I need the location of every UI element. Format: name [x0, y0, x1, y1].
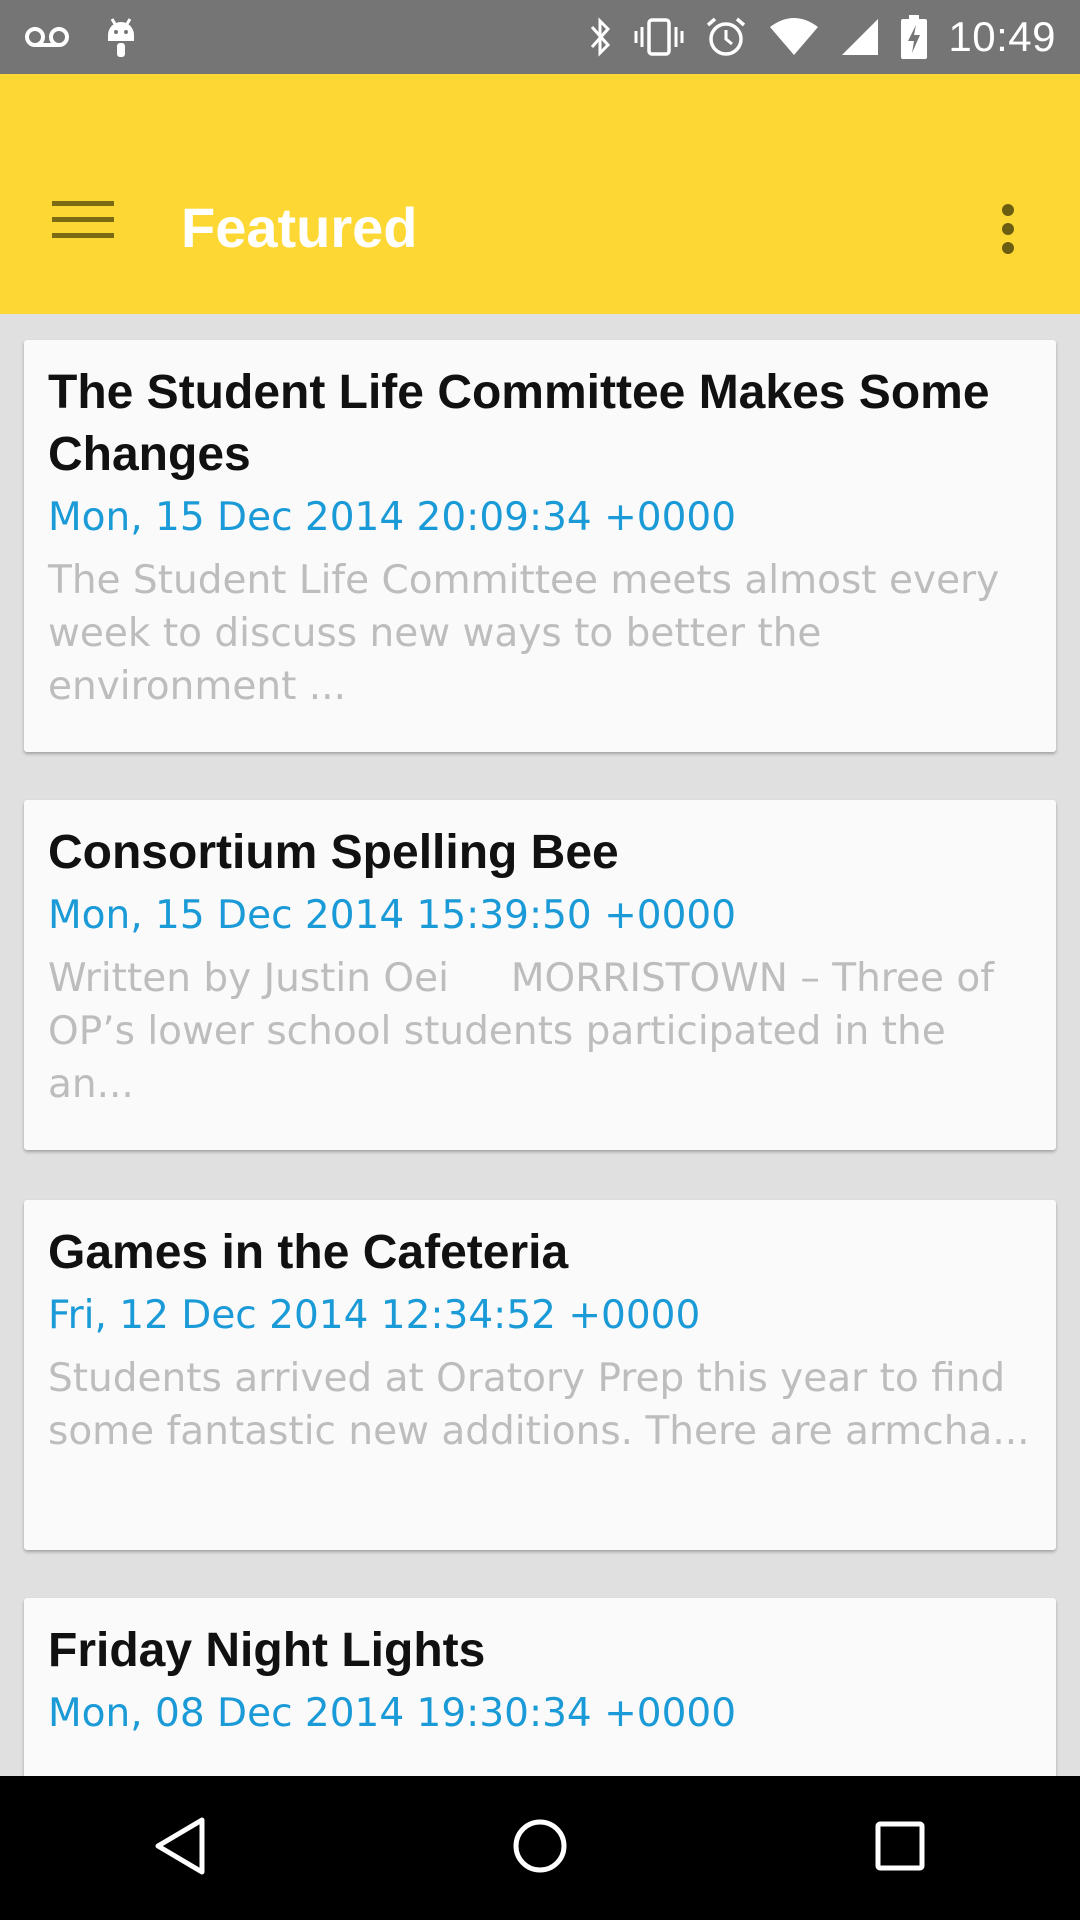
- alarm-icon: [704, 15, 748, 59]
- menu-button[interactable]: [38, 176, 128, 266]
- article-card[interactable]: Consortium Spelling Bee Mon, 15 Dec 2014…: [24, 800, 1056, 1150]
- recents-icon: [874, 1820, 926, 1877]
- status-time: 10:49: [948, 13, 1056, 60]
- article-excerpt: The Student Life Committee meets almost …: [48, 558, 1012, 709]
- back-button[interactable]: [110, 1788, 250, 1908]
- article-card[interactable]: Friday Night Lights Mon, 08 Dec 2014 19:…: [24, 1598, 1056, 1776]
- voicemail-icon: [24, 25, 70, 49]
- article-date: Mon, 08 Dec 2014 19:30:34 +0000: [48, 1691, 737, 1736]
- article-title: Consortium Spelling Bee: [48, 826, 619, 879]
- article-excerpt: Written by Justin Oei MORRISTOWN – Three…: [48, 956, 1007, 1107]
- screen: 10:49 Featured The Student Life Committe…: [0, 0, 1080, 1920]
- app-bar: [0, 74, 1080, 314]
- article-date: Mon, 15 Dec 2014 15:39:50 +0000: [48, 893, 737, 938]
- vibrate-icon: [634, 17, 684, 57]
- hamburger-menu-icon: [52, 199, 114, 244]
- article-title: Friday Night Lights: [48, 1624, 486, 1677]
- android-debug-icon: [104, 15, 138, 59]
- article-card[interactable]: The Student Life Committee Makes Some Ch…: [24, 340, 1056, 752]
- wifi-icon: [768, 17, 820, 57]
- recents-button[interactable]: [830, 1788, 970, 1908]
- overflow-menu-button[interactable]: [978, 186, 1038, 276]
- article-excerpt: Students arrived at Oratory Prep this ye…: [48, 1356, 1030, 1454]
- article-date: Mon, 15 Dec 2014 20:09:34 +0000: [48, 495, 737, 540]
- system-nav-bar: [0, 1776, 1080, 1920]
- status-bar: 10:49: [0, 0, 1080, 74]
- bluetooth-icon: [588, 17, 614, 57]
- article-title: Games in the Cafeteria: [48, 1226, 569, 1279]
- article-feed[interactable]: The Student Life Committee Makes Some Ch…: [0, 314, 1080, 1776]
- home-button[interactable]: [470, 1788, 610, 1908]
- page-title: Featured: [181, 196, 418, 259]
- article-card[interactable]: Games in the Cafeteria Fri, 12 Dec 2014 …: [24, 1200, 1056, 1550]
- home-icon: [512, 1818, 568, 1879]
- article-title: The Student Life Committee Makes Some Ch…: [48, 366, 990, 481]
- signal-icon: [840, 17, 880, 57]
- battery-charging-icon: [900, 15, 928, 59]
- back-icon: [152, 1816, 208, 1881]
- article-date: Fri, 12 Dec 2014 12:34:52 +0000: [48, 1293, 701, 1338]
- more-vert-icon: [1001, 203, 1015, 260]
